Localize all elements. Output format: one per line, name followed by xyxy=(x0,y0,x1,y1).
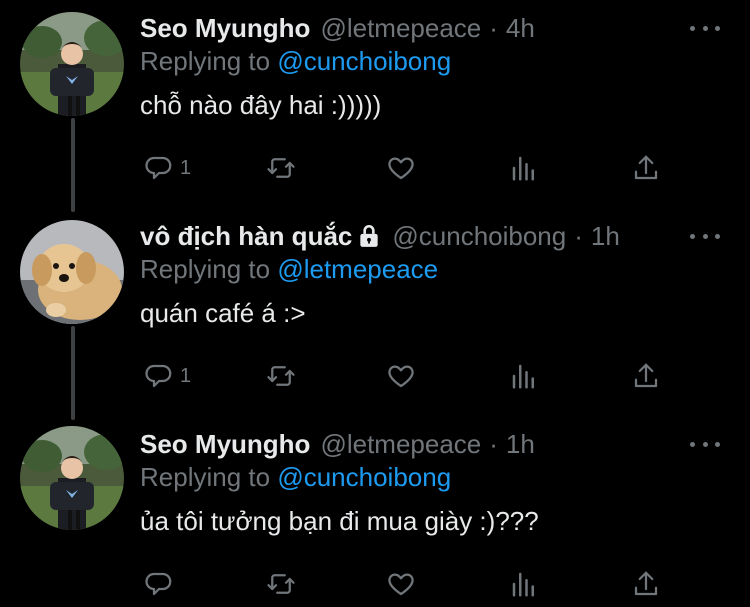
replying-to-label: Replying to xyxy=(140,46,271,76)
timestamp[interactable]: 4h xyxy=(506,13,535,44)
tweet[interactable]: vô địch hàn quắc @cunchoibong · 1h Reply… xyxy=(0,216,750,406)
tweet[interactable]: Seo Myungho @letmepeace · 1h Replying to… xyxy=(0,424,750,607)
handle[interactable]: @cunchoibong xyxy=(392,221,566,252)
tweet-actions xyxy=(0,564,750,604)
analytics-button[interactable] xyxy=(509,564,539,604)
share-icon xyxy=(631,569,661,599)
display-name[interactable]: vô địch hàn quắc xyxy=(140,221,352,252)
tweet[interactable]: Seo Myungho @letmepeace · 4h Replying to… xyxy=(0,8,750,198)
puppy-photo xyxy=(20,220,124,324)
lock-icon xyxy=(356,223,382,249)
reply-count: 1 xyxy=(180,364,192,387)
display-name[interactable]: Seo Myungho xyxy=(140,429,310,460)
analytics-icon xyxy=(509,153,539,183)
retweet-button[interactable] xyxy=(266,148,296,188)
tweet-text: ủa tôi tưởng bạn đi mua giày :)??? xyxy=(140,506,539,536)
share-button[interactable] xyxy=(631,148,661,188)
replying-to: Replying to @letmepeace xyxy=(140,254,438,285)
tweet-actions: 1 xyxy=(0,148,750,188)
reply-button[interactable] xyxy=(144,564,180,604)
share-icon xyxy=(631,361,661,391)
timestamp[interactable]: 1h xyxy=(591,221,620,252)
like-button[interactable] xyxy=(386,564,416,604)
analytics-button[interactable] xyxy=(509,356,539,396)
avatar[interactable] xyxy=(20,12,124,116)
analytics-button[interactable] xyxy=(509,148,539,188)
more-icon[interactable] xyxy=(690,16,720,40)
avatar[interactable] xyxy=(20,220,124,324)
like-icon xyxy=(386,153,416,183)
reply-count: 1 xyxy=(180,156,192,179)
more-icon[interactable] xyxy=(690,224,720,248)
person-photo xyxy=(20,426,124,530)
tweet-header: Seo Myungho @letmepeace · 4h xyxy=(140,8,535,48)
like-button[interactable] xyxy=(386,148,416,188)
handle[interactable]: @letmepeace xyxy=(320,429,481,460)
replying-to-label: Replying to xyxy=(140,462,271,492)
like-button[interactable] xyxy=(386,356,416,396)
tweet-header: Seo Myungho @letmepeace · 1h xyxy=(140,424,535,464)
retweet-button[interactable] xyxy=(266,564,296,604)
analytics-icon xyxy=(509,569,539,599)
separator: · xyxy=(489,428,498,459)
retweet-icon xyxy=(266,153,296,183)
mention-link[interactable]: @cunchoibong xyxy=(277,46,451,76)
avatar[interactable] xyxy=(20,426,124,530)
share-button[interactable] xyxy=(631,356,661,396)
tweet-header: vô địch hàn quắc @cunchoibong · 1h xyxy=(140,216,620,256)
mention-link[interactable]: @cunchoibong xyxy=(277,462,451,492)
retweet-icon xyxy=(266,569,296,599)
separator: · xyxy=(574,220,583,251)
more-icon[interactable] xyxy=(690,432,720,456)
mention-link[interactable]: @letmepeace xyxy=(277,254,438,284)
like-icon xyxy=(386,569,416,599)
reply-icon xyxy=(144,153,174,183)
reply-icon xyxy=(144,569,174,599)
reply-icon xyxy=(144,361,174,391)
display-name[interactable]: Seo Myungho xyxy=(140,13,310,44)
share-icon xyxy=(631,153,661,183)
handle[interactable]: @letmepeace xyxy=(320,13,481,44)
tweet-text: quán café á :> xyxy=(140,298,306,328)
retweet-icon xyxy=(266,361,296,391)
tweet-actions: 1 xyxy=(0,356,750,396)
reply-button[interactable]: 1 xyxy=(144,356,191,396)
analytics-icon xyxy=(509,361,539,391)
replying-to-label: Replying to xyxy=(140,254,271,284)
replying-to: Replying to @cunchoibong xyxy=(140,46,451,77)
timestamp[interactable]: 1h xyxy=(506,429,535,460)
like-icon xyxy=(386,361,416,391)
tweet-text: chỗ nào đây hai :))))) xyxy=(140,90,382,120)
separator: · xyxy=(489,12,498,43)
reply-button[interactable]: 1 xyxy=(144,148,191,188)
replying-to: Replying to @cunchoibong xyxy=(140,462,451,493)
retweet-button[interactable] xyxy=(266,356,296,396)
person-photo xyxy=(20,12,124,116)
share-button[interactable] xyxy=(631,564,661,604)
